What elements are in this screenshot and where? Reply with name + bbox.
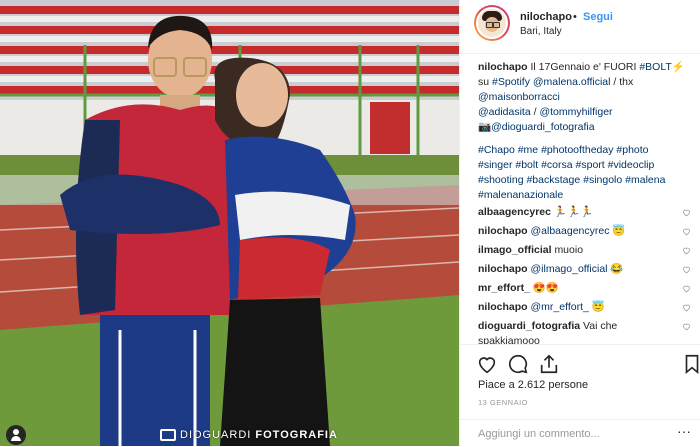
heart-icon[interactable] [682,208,691,217]
hashtag-link[interactable]: #malenanazionale [478,189,563,201]
comments-list[interactable]: nilochapo Il 17Gennaio e' FUORI #BOLT⚡ s… [460,54,700,344]
hashtag-link[interactable]: #singer [478,159,512,171]
hashtag-link[interactable]: #me [518,144,538,156]
heart-icon[interactable] [682,246,691,255]
caption-text: / thx [610,76,634,88]
avatar[interactable] [474,5,510,41]
comment-text: muoio [554,244,584,256]
follow-button[interactable]: Segui [583,11,613,23]
photo-credit: DIOGUARDI FOTOGRAFIA [160,429,338,441]
comment-username[interactable]: dioguardi_fotografia [478,320,580,332]
likes-number: 2.612 [517,379,546,391]
hashtag-link[interactable]: #singolo [583,174,622,186]
mention-link[interactable]: @maisonborracci [478,91,560,103]
comment-item: albaagencyrec 🏃🏃🏃 [478,205,688,220]
header-username[interactable]: nilochapo [520,11,572,23]
comment-text: 🏃🏃🏃 [553,206,594,218]
hashtag-link[interactable]: #shooting [478,174,524,186]
likes-prefix: Piace a [478,379,515,391]
heart-icon[interactable] [682,227,691,236]
comment-username[interactable]: nilochapo [478,263,528,275]
comment-text: @ilmago_official 😂 [530,263,624,275]
mention-link[interactable]: @malena.official [533,76,611,88]
comment-item: nilochapo @mr_effort_ 😇 [478,300,688,315]
comment-icon[interactable] [507,353,529,375]
mention-link[interactable]: @dioguardi_fotografia [491,121,594,133]
add-comment-bar: Aggiungi un commento... ··· [460,419,700,447]
comment-item: dioguardi_fotografia Vai che spakkiamooo [478,319,668,344]
comment-item: mr_effort_ 😍😍 [478,281,688,296]
heart-icon[interactable] [682,303,691,312]
bookmark-icon[interactable] [681,353,700,375]
hashtag-link[interactable]: #photo [616,144,648,156]
comment-text: @albaagencyrec 😇 [530,225,626,237]
post-header: nilochapo • Segui Bari, Italy [460,0,700,54]
credit-name: DIOGUARDI [180,429,252,441]
share-icon[interactable] [538,353,560,375]
hashtag-link[interactable]: #photooftheday [541,144,613,156]
hashtag-link[interactable]: #sport [576,159,605,171]
action-bar [460,344,700,375]
comment-username[interactable]: mr_effort_ [478,282,530,294]
credit-suffix: FOTOGRAFIA [255,429,338,441]
comment-username[interactable]: albaagencyrec [478,206,551,218]
photo-illustration [0,0,459,446]
mention-link[interactable]: @adidasita [478,106,531,118]
comment-item: nilochapo @ilmago_official 😂 [478,262,688,277]
comment-username[interactable]: nilochapo [478,225,528,237]
user-icon[interactable] [6,425,26,445]
hashtag-link[interactable]: #Spotify [492,76,530,88]
comment-username[interactable]: nilochapo [478,301,528,313]
hashtag-link[interactable]: #videoclip [608,159,655,171]
hashtag-link[interactable]: #Chapo [478,144,515,156]
mention-link[interactable]: @tommyhilfiger [539,106,612,118]
comment-username[interactable]: ilmago_official [478,244,552,256]
heart-icon[interactable] [682,322,691,331]
comment-item: ilmago_official muoio [478,243,688,258]
caption: nilochapo Il 17Gennaio e' FUORI #BOLT⚡ s… [478,60,693,203]
heart-icon[interactable] [682,265,691,274]
camera-emoji: 📷 [478,121,492,133]
post-date: 13 GENNAIO [478,398,529,407]
heart-icon[interactable] [682,284,691,293]
likes-suffix: persone [548,379,589,391]
separator-dot: • [573,11,577,23]
comment-text: @mr_effort_ 😇 [530,301,605,313]
caption-text: su [478,76,493,88]
comment-input[interactable]: Aggiungi un commento... [478,428,600,440]
post-sidebar: nilochapo • Segui Bari, Italy nilochapo … [459,0,700,446]
camera-icon [160,429,176,441]
hashtag-link[interactable]: #malena [625,174,665,186]
caption-text: Il 17Gennaio e' FUORI [530,61,640,73]
comment-text: 😍😍 [532,282,560,294]
hashtag-link[interactable]: #backstage [526,174,580,186]
heart-icon[interactable] [476,353,498,375]
hashtag-link[interactable]: #BOLT⚡ [639,61,685,73]
caption-username[interactable]: nilochapo [478,61,528,73]
comment-item: nilochapo @albaagencyrec 😇 [478,224,688,239]
hashtag-link[interactable]: #bolt [515,159,538,171]
location-link[interactable]: Bari, Italy [520,26,562,37]
hashtag-link[interactable]: #corsa [541,159,573,171]
more-icon[interactable]: ··· [677,423,691,439]
likes-count[interactable]: Piace a 2.612 persone [478,379,588,391]
post-photo[interactable]: DIOGUARDI FOTOGRAFIA [0,0,459,446]
